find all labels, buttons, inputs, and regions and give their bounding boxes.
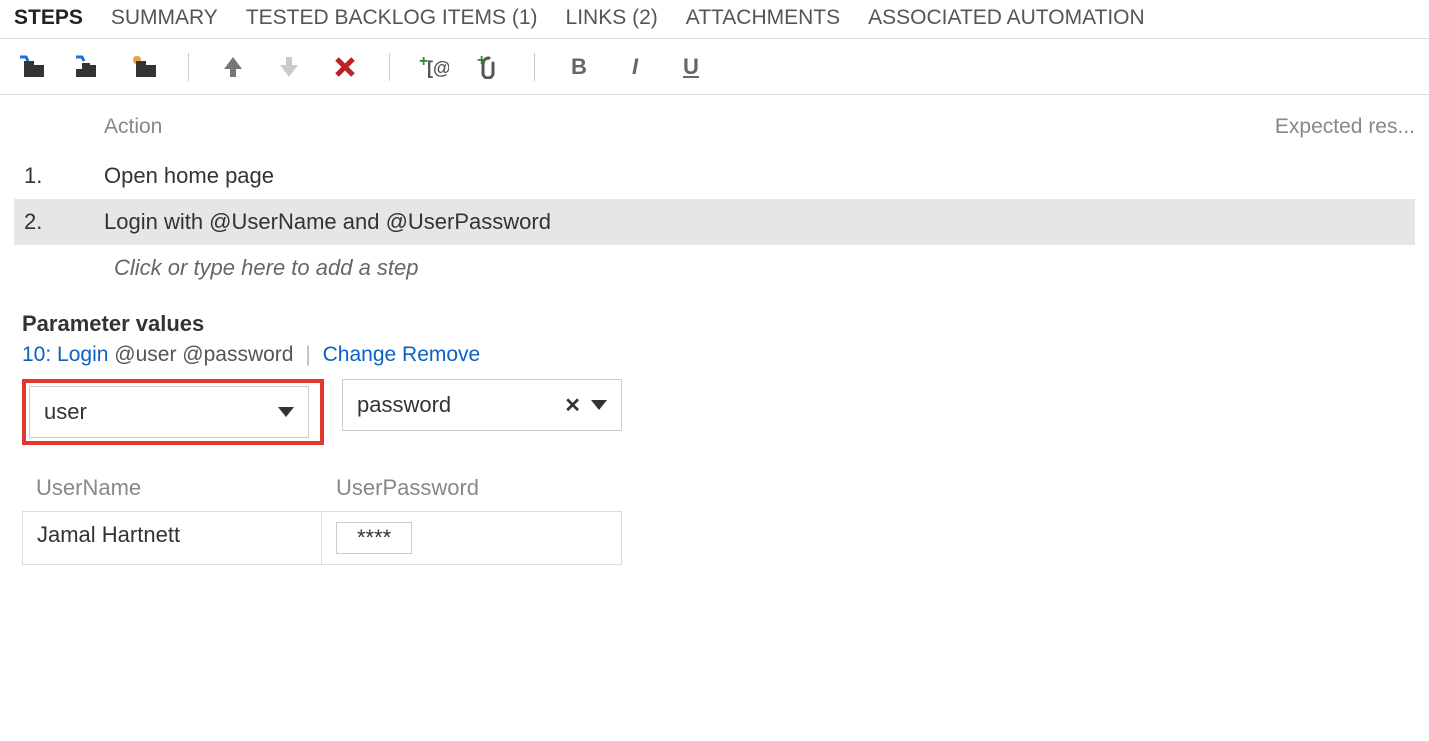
remove-link[interactable]: Remove [402, 343, 480, 366]
toolbar-separator [389, 53, 390, 81]
move-up-icon[interactable] [215, 49, 251, 85]
parameter-set-link[interactable]: 10: Login [22, 343, 108, 366]
param-header-username: UserName [22, 465, 322, 511]
param-value-username[interactable]: Jamal Hartnett [22, 511, 322, 565]
tab-steps[interactable]: STEPS [14, 6, 83, 30]
tab-bar: STEPS SUMMARY TESTED BACKLOG ITEMS (1) L… [0, 0, 1429, 39]
password-dropdown[interactable]: password ✕ [342, 379, 622, 431]
change-link[interactable]: Change [323, 343, 397, 366]
step-row[interactable]: 1. Open home page [14, 153, 1415, 199]
dropdown-value: user [44, 399, 87, 425]
delete-step-icon[interactable] [327, 49, 363, 85]
tab-links[interactable]: LINKS (2) [566, 6, 658, 30]
parameter-set-suffix-text: @user @password [114, 343, 293, 366]
parameter-values-title: Parameter values [22, 311, 1415, 337]
column-header-action: Action [104, 115, 1235, 139]
step-action[interactable]: Login with @UserName and @UserPassword [104, 209, 1415, 235]
underline-icon[interactable]: U [673, 49, 709, 85]
parameter-row[interactable]: Jamal Hartnett **** [22, 511, 1415, 565]
parameter-table: UserName UserPassword Jamal Hartnett ***… [22, 465, 1415, 565]
column-header-expected: Expected res... [1235, 115, 1415, 139]
param-value-userpassword[interactable]: **** [322, 511, 622, 565]
step-number: 1. [14, 163, 104, 189]
clear-icon[interactable]: ✕ [564, 393, 581, 418]
insert-parameter-icon[interactable]: [@]+ [416, 49, 452, 85]
tab-associated-automation[interactable]: ASSOCIATED AUTOMATION [868, 6, 1145, 30]
user-dropdown[interactable]: user [29, 386, 309, 438]
toolbar-separator [534, 53, 535, 81]
svg-text:+: + [477, 55, 486, 69]
move-down-icon[interactable] [271, 49, 307, 85]
tab-attachments[interactable]: ATTACHMENTS [686, 6, 840, 30]
step-action[interactable]: Open home page [104, 163, 1415, 189]
highlighted-dropdown: user [22, 379, 324, 445]
svg-text:+: + [419, 56, 428, 70]
param-header-userpassword: UserPassword [322, 465, 622, 511]
step-row[interactable]: 2. Login with @UserName and @UserPasswor… [14, 199, 1415, 245]
tab-tested-backlog-items[interactable]: TESTED BACKLOG ITEMS (1) [246, 6, 538, 30]
add-step-placeholder[interactable]: Click or type here to add a step [14, 245, 1415, 301]
insert-step-before-icon[interactable] [70, 49, 106, 85]
tab-summary[interactable]: SUMMARY [111, 6, 218, 30]
toolbar: [@]+ + B I U [0, 39, 1429, 95]
password-masked: **** [336, 522, 412, 554]
step-number: 2. [14, 209, 104, 235]
svg-text:[@]: [@] [427, 58, 449, 78]
separator: | [305, 343, 310, 366]
chevron-down-icon [278, 407, 294, 417]
parameter-values-section: Parameter values 10: Login @user @passwo… [0, 301, 1429, 585]
steps-grid: Action Expected res... 1. Open home page… [0, 95, 1429, 301]
dropdown-value: password [357, 392, 451, 418]
add-attachment-icon[interactable]: + [472, 49, 508, 85]
chevron-down-icon [591, 400, 607, 410]
bold-icon[interactable]: B [561, 49, 597, 85]
toolbar-separator [188, 53, 189, 81]
insert-shared-step-icon[interactable] [126, 49, 162, 85]
italic-icon[interactable]: I [617, 49, 653, 85]
insert-step-icon[interactable] [14, 49, 50, 85]
